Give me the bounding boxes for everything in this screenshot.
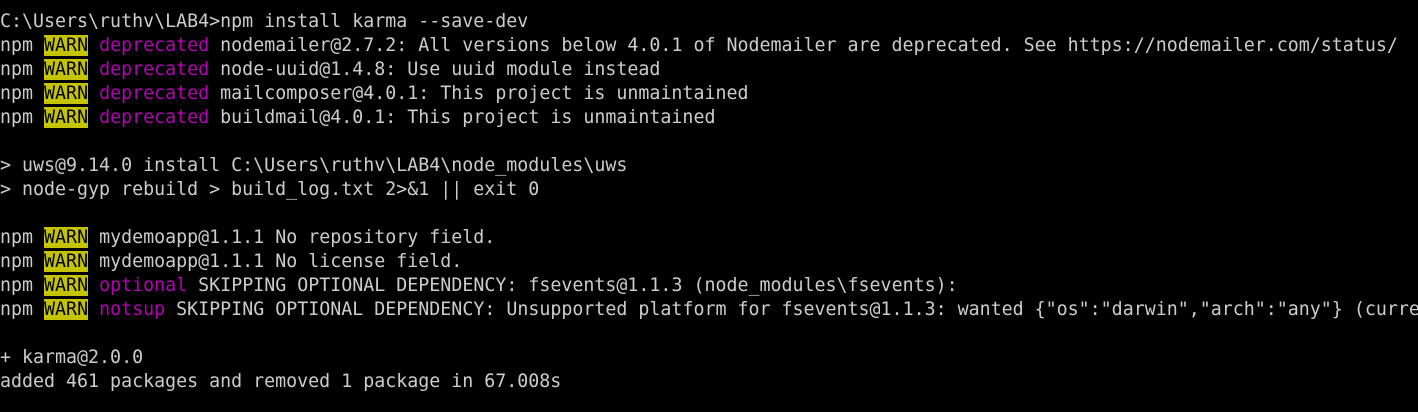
deprecation-message: node-uuid@1.4.8: Use uuid module instead	[220, 59, 661, 80]
deprecation-line: npm WARN deprecated buildmail@4.0.1: Thi…	[0, 106, 1418, 130]
terminal-output[interactable]: C:\Users\ruthv\LAB4>npm install karma --…	[0, 10, 1418, 412]
deprecation-message: buildmail@4.0.1: This project is unmaint…	[220, 107, 716, 128]
deprecation-line: npm WARN deprecated node-uuid@1.4.8: Use…	[0, 58, 1418, 82]
warning-message: mydemoapp@1.1.1 No license field.	[99, 251, 463, 272]
deprecated-tag: deprecated	[99, 83, 210, 104]
installed-package-line: + karma@2.0.0	[0, 347, 144, 368]
npm-prefix: npm	[0, 251, 34, 272]
warning-message: SKIPPING OPTIONAL DEPENDENCY: fsevents@1…	[198, 275, 958, 296]
npm-prefix: npm	[0, 299, 34, 320]
npm-prefix: npm	[0, 227, 34, 248]
warning-line: npm WARN notsup SKIPPING OPTIONAL DEPEND…	[0, 298, 1418, 322]
npm-prefix: npm	[0, 107, 34, 128]
deprecation-line: npm WARN deprecated mailcomposer@4.0.1: …	[0, 82, 1418, 106]
warn-badge: WARN	[44, 251, 89, 272]
install-script-line: > node-gyp rebuild > build_log.txt 2>&1 …	[0, 179, 540, 200]
deprecation-line: npm WARN deprecated nodemailer@2.7.2: Al…	[0, 34, 1418, 58]
deprecated-tag: deprecated	[99, 107, 210, 128]
warning-line: npm WARN optional SKIPPING OPTIONAL DEPE…	[0, 274, 1418, 298]
command-line: C:\Users\ruthv\LAB4>npm install karma --…	[0, 11, 529, 32]
deprecated-tag: deprecated	[99, 35, 210, 56]
warning-line: npm WARN mydemoapp@1.1.1 No license fiel…	[0, 250, 1418, 274]
warn-badge: WARN	[44, 59, 89, 80]
npm-prefix: npm	[0, 35, 34, 56]
install-script-line: > uws@9.14.0 install C:\Users\ruthv\LAB4…	[0, 155, 628, 176]
install-summary-line: added 461 packages and removed 1 package…	[0, 371, 562, 392]
npm-prefix: npm	[0, 275, 34, 296]
npm-prefix: npm	[0, 83, 34, 104]
npm-prefix: npm	[0, 59, 34, 80]
warn-badge: WARN	[44, 299, 89, 320]
warning-message: mydemoapp@1.1.1 No repository field.	[99, 227, 496, 248]
warn-badge: WARN	[44, 83, 89, 104]
warn-badge: WARN	[44, 275, 89, 296]
notsup-tag: notsup	[99, 299, 166, 320]
warn-badge: WARN	[44, 107, 89, 128]
warning-line: npm WARN mydemoapp@1.1.1 No repository f…	[0, 226, 1418, 250]
warning-message: SKIPPING OPTIONAL DEPENDENCY: Unsupporte…	[176, 299, 1418, 320]
optional-tag: optional	[99, 275, 188, 296]
warn-badge: WARN	[44, 35, 89, 56]
warn-badge: WARN	[44, 227, 89, 248]
deprecation-message: nodemailer@2.7.2: All versions below 4.0…	[220, 35, 1398, 56]
deprecation-message: mailcomposer@4.0.1: This project is unma…	[220, 83, 749, 104]
deprecated-tag: deprecated	[99, 59, 210, 80]
